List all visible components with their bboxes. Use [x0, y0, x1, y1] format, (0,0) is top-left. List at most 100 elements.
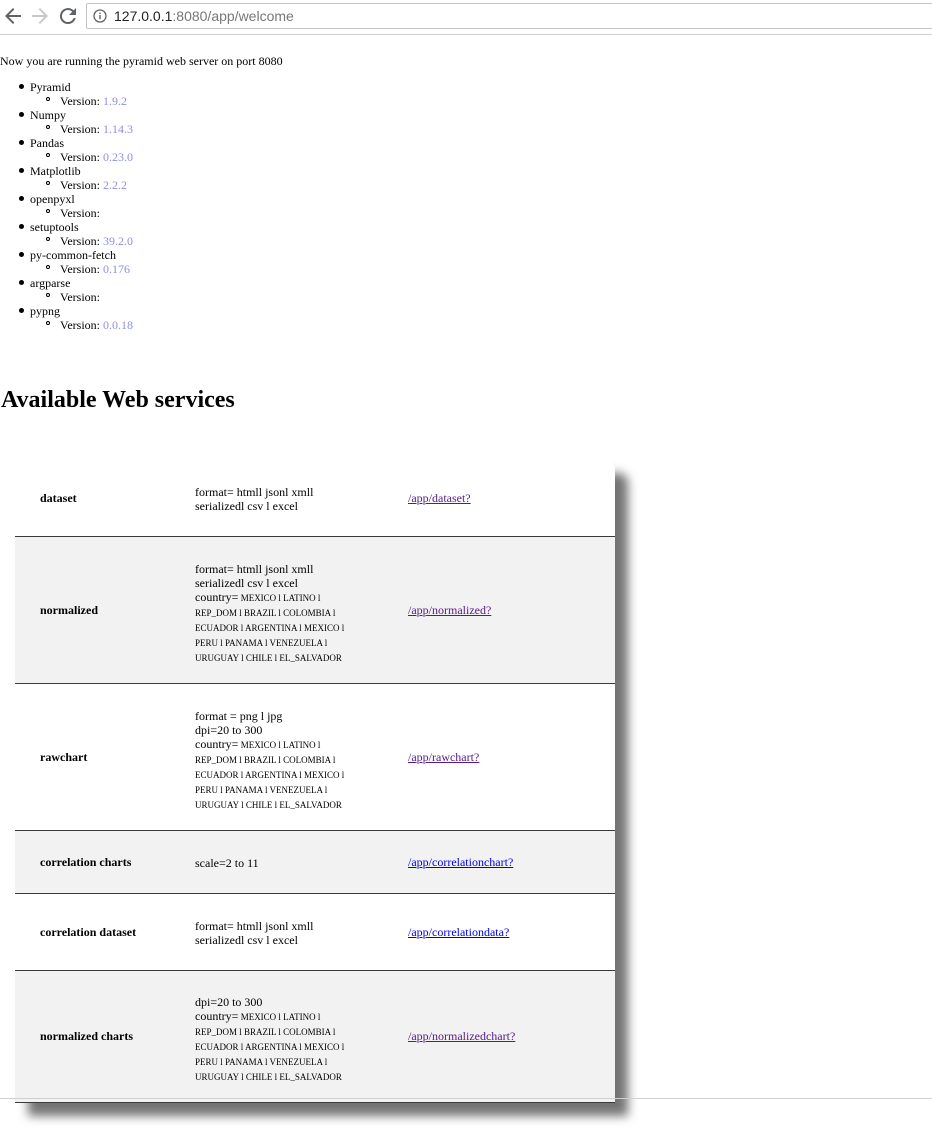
package-item: py-common-fetch Version: 0.176 [0, 248, 400, 276]
service-link[interactable]: /app/normalizedchart? [408, 1029, 515, 1044]
services-heading: Available Web services [1, 387, 235, 413]
param-line: format = png l jpg [195, 709, 344, 723]
version-line: Version: [60, 206, 100, 220]
package-name: Pyramid [30, 80, 71, 94]
param-text: format= htmll jsonl xmll [195, 562, 314, 576]
param-text: country= [195, 590, 239, 604]
version-value: 0.176 [103, 262, 130, 276]
bullet-circle [46, 293, 50, 297]
bullet-circle [46, 153, 50, 157]
param-suffix: MEXICO l LATINO l [238, 740, 321, 750]
param-line: REP_DOM l BRAZIL l COLOMBIA l [195, 605, 344, 620]
param-text: ECUADOR l ARGENTINA l MEXICO l [195, 1042, 345, 1052]
version-value: 0.23.0 [103, 150, 133, 164]
param-line: REP_DOM l BRAZIL l COLOMBIA l [195, 1024, 344, 1039]
service-params: dpi=20 to 300 country= MEXICO l LATINO l R… [195, 995, 344, 1084]
service-name: normalized [40, 603, 98, 617]
param-line: dpi=20 to 300 [195, 723, 344, 737]
param-text: dpi=20 to 300 [195, 723, 263, 737]
version-value: 39.2.0 [103, 234, 133, 248]
service-link[interactable]: /app/rawchart? [408, 750, 479, 765]
bullet-circle [46, 209, 50, 213]
param-line: URUGUAY l CHILE l EL_SALVADOR [195, 650, 344, 665]
url-host: 127.0.0.1 [114, 8, 173, 24]
version-value: 0.0.18 [103, 318, 133, 332]
param-text: PERU l PANAMA l VENEZUELA l [195, 1057, 328, 1067]
param-text: REP_DOM l BRAZIL l COLOMBIA l [195, 608, 336, 618]
param-text: scale=2 to 11 [195, 856, 259, 870]
param-line: country= MEXICO l LATINO l [195, 1009, 344, 1024]
param-line: serializedl csv l excel [195, 499, 313, 513]
package-name: Pandas [30, 136, 64, 150]
version-label: Version: [60, 318, 100, 332]
bullet-disc [19, 84, 24, 89]
param-line: format= htmll jsonl xmll [195, 919, 313, 933]
bullet-disc [19, 224, 24, 229]
param-text: PERU l PANAMA l VENEZUELA l [195, 785, 328, 795]
package-name: py-common-fetch [30, 248, 116, 262]
package-item: argparse Version: [0, 276, 400, 304]
intro-text: Now you are running the pyramid web serv… [0, 54, 283, 68]
service-link[interactable]: /app/dataset? [408, 491, 471, 506]
param-line: serializedl csv l excel [195, 576, 344, 590]
param-text: serializedl csv l excel [195, 576, 298, 590]
bullet-disc [19, 196, 24, 201]
bullet-disc [19, 168, 24, 173]
param-line: country= MEXICO l LATINO l [195, 737, 344, 752]
package-item: Numpy Version: 1.14.3 [0, 108, 400, 136]
bullet-circle [46, 265, 50, 269]
bullet-circle [46, 321, 50, 325]
param-line: URUGUAY l CHILE l EL_SALVADOR [195, 797, 344, 812]
info-icon[interactable] [93, 9, 107, 23]
forward-icon[interactable] [28, 4, 52, 28]
service-link[interactable]: /app/correlationdata? [408, 925, 509, 940]
param-line: serializedl csv l excel [195, 933, 313, 947]
version-line: Version: [60, 290, 100, 304]
version-line: Version: 0.176 [60, 262, 130, 276]
service-row: dataset format= htmll jsonl xmll serialize… [15, 460, 615, 537]
package-name: pypng [30, 304, 60, 318]
param-text: dpi=20 to 300 [195, 995, 263, 1009]
bullet-disc [19, 252, 24, 257]
package-item: setuptools Version: 39.2.0 [0, 220, 400, 248]
param-text: REP_DOM l BRAZIL l COLOMBIA l [195, 1027, 336, 1037]
param-text: URUGUAY l CHILE l EL_SALVADOR [195, 800, 342, 810]
browser-toolbar: 127.0.0.1:8080/app/welcome [0, 0, 932, 35]
services-table: dataset format= htmll jsonl xmll serialize… [15, 460, 615, 1103]
package-item: openpyxl Version: [0, 192, 400, 220]
version-label: Version: [60, 122, 100, 136]
address-bar[interactable]: 127.0.0.1:8080/app/welcome [86, 3, 932, 29]
param-text: format = png l jpg [195, 709, 283, 723]
param-line: ECUADOR l ARGENTINA l MEXICO l [195, 620, 344, 635]
bullet-disc [19, 112, 24, 117]
param-suffix: MEXICO l LATINO l [238, 593, 321, 603]
service-name: correlation charts [40, 855, 132, 869]
service-name: rawchart [40, 750, 88, 764]
service-params: scale=2 to 11 [195, 856, 259, 870]
param-text: ECUADOR l ARGENTINA l MEXICO l [195, 623, 345, 633]
version-line: Version: 1.9.2 [60, 94, 127, 108]
service-name: dataset [40, 491, 77, 505]
param-text: country= [195, 737, 239, 751]
param-text: format= htmll jsonl xmll [195, 919, 314, 933]
reload-icon[interactable] [56, 4, 80, 28]
service-params: format= htmll jsonl xmll serializedl csv … [195, 919, 313, 947]
version-line: Version: 0.0.18 [60, 318, 133, 332]
service-link[interactable]: /app/correlationchart? [408, 855, 513, 870]
bullet-circle [46, 97, 50, 101]
url-text[interactable]: 127.0.0.1:8080/app/welcome [114, 8, 294, 24]
service-params: format = png l jpg dpi=20 to 300 country= … [195, 709, 344, 812]
service-link[interactable]: /app/normalized? [408, 603, 491, 618]
service-row: correlation dataset format= htmll jsonl x… [15, 894, 615, 971]
param-line: URUGUAY l CHILE l EL_SALVADOR [195, 1069, 344, 1084]
package-name: argparse [30, 276, 71, 290]
service-name: correlation dataset [40, 925, 137, 939]
service-params: format= htmll jsonl xmll serializedl csv … [195, 562, 344, 665]
package-name: Matplotlib [30, 164, 81, 178]
version-line: Version: 0.23.0 [60, 150, 133, 164]
back-icon[interactable] [1, 4, 25, 28]
version-label: Version: [60, 94, 100, 108]
param-line: dpi=20 to 300 [195, 995, 344, 1009]
version-line: Version: 39.2.0 [60, 234, 133, 248]
param-line: format= htmll jsonl xmll [195, 485, 313, 499]
